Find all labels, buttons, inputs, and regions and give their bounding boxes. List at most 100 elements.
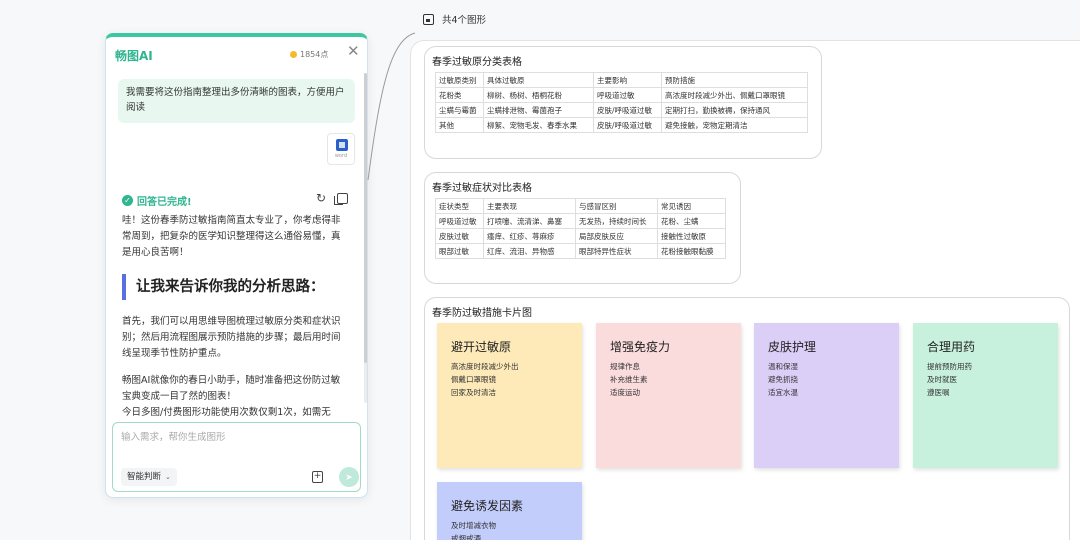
table-row: 其他 柳絮、宠物毛发、春季水果 皮肤/呼吸道过敏 避免接触，宠物定期清洁 [435, 117, 808, 133]
card-line: 适度运动 [610, 388, 640, 397]
card-line: 高浓度时段减少外出 [451, 362, 519, 371]
table-cell: 眼部过敏 [435, 243, 484, 259]
table-cell: 眼部特异性症状 [575, 243, 658, 259]
chevron-down-icon: ⌄ [165, 473, 171, 481]
chat-input[interactable] [121, 429, 351, 445]
table-cell: 过敏原类别 [435, 72, 484, 88]
check-circle-icon: ✓ [122, 195, 133, 206]
card-title: 避免诱发因素 [451, 499, 524, 513]
table-cell: 花粉、尘螨 [657, 213, 726, 229]
table-cell: 局部皮肤反应 [575, 228, 658, 244]
table-cell: 无发热，持续时间长 [575, 213, 658, 229]
card-line: 补充维生素 [610, 375, 648, 384]
word-file-icon [336, 139, 348, 151]
chat-input-box: 智能判断 ⌄ + ➤ [112, 422, 361, 492]
table-cell: 预防措施 [661, 72, 808, 88]
card-title: 皮肤护理 [768, 340, 817, 354]
copy-icon[interactable] [334, 193, 348, 205]
table-cell: 定期打扫，勤换被褥，保持通风 [661, 102, 808, 118]
allergen-table-frame[interactable]: 春季过敏原分类表格 过敏原类别 具体过敏原 主要影响 预防措施 花粉类 柳树、杨… [424, 46, 822, 159]
table-cell: 红痒、流泪、异物感 [483, 243, 576, 259]
table-cell: 皮肤/呼吸道过敏 [593, 117, 662, 133]
table-cell: 皮肤/呼吸道过敏 [593, 102, 662, 118]
frame-icon [423, 13, 434, 25]
attachment-label: word [334, 153, 348, 159]
cards-frame-title: 春季防过敏措施卡片图 [432, 308, 532, 319]
table-cell: 柳絮、宠物毛发、春季水果 [483, 117, 594, 133]
table-cell: 花粉接触眼黏膜 [657, 243, 726, 259]
symptom-table-title: 春季过敏症状对比表格 [432, 183, 532, 194]
card-title: 增强免疫力 [610, 340, 671, 354]
card-line: 及时就医 [927, 375, 957, 384]
table-cell: 呼吸道过敏 [435, 213, 484, 229]
answer-paragraph-3: 畅图AI就像你的春日小助手，随时准备把这份防过敏宝典变成一目了然的图表！ 今日多… [122, 375, 341, 418]
table-cell: 瘙痒、红疹、荨麻疹 [483, 228, 576, 244]
points-badge: 1854点 [290, 49, 328, 60]
answer-status-label: 回答已完成! [137, 197, 192, 208]
card-title: 避开过敏原 [451, 340, 512, 354]
table-row: 过敏原类别 具体过敏原 主要影响 预防措施 [435, 72, 808, 88]
send-button[interactable]: ➤ [339, 467, 359, 487]
table-cell: 常见诱因 [657, 198, 726, 214]
coin-icon [290, 51, 297, 58]
chat-panel: 畅图AI 1854点 ✕ 我需要将这份指南整理出多份清晰的图表，方便用户阅读 w… [105, 33, 368, 498]
card-medication[interactable]: 合理用药 提前预防用药 及时就医 遵医嘱 [913, 323, 1058, 468]
table-cell: 尘螨与霉菌 [435, 102, 484, 118]
table-cell: 避免接触，宠物定期清洁 [661, 117, 808, 133]
card-line: 避免抓挠 [768, 375, 798, 384]
symptom-table: 症状类型 主要表现 与感冒区别 常见诱因 呼吸道过敏 打喷嚏、流清涕、鼻塞 无发… [435, 198, 726, 259]
card-line: 戒烟戒酒 [451, 534, 481, 540]
regenerate-icon[interactable]: ↻ [316, 191, 326, 205]
close-icon[interactable]: ✕ [347, 44, 360, 59]
table-cell: 花粉类 [435, 87, 484, 103]
table-cell: 具体过敏原 [483, 72, 594, 88]
card-line: 佩戴口罩眼镜 [451, 375, 496, 384]
table-cell: 皮肤过敏 [435, 228, 484, 244]
brand-logo: 畅图AI [115, 49, 153, 63]
card-line: 及时增减衣物 [451, 521, 496, 530]
table-cell: 接触性过敏原 [657, 228, 726, 244]
table-row: 尘螨与霉菌 尘螨排泄物、霉菌孢子 皮肤/呼吸道过敏 定期打扫，勤换被褥，保持通风 [435, 102, 808, 118]
table-cell: 呼吸道过敏 [593, 87, 662, 103]
chat-header: 畅图AI 1854点 ✕ [106, 37, 367, 73]
card-line: 提前预防用药 [927, 362, 972, 371]
add-file-icon[interactable]: + [312, 471, 323, 483]
card-line: 适宜水温 [768, 388, 798, 397]
points-value: 1854点 [300, 50, 329, 59]
answer-status: ✓ 回答已完成! [122, 193, 192, 208]
symptom-table-frame[interactable]: 春季过敏症状对比表格 症状类型 主要表现 与感冒区别 常见诱因 呼吸道过敏 打喷… [424, 172, 741, 284]
allergen-table-title: 春季过敏原分类表格 [432, 57, 522, 68]
analysis-heading: 让我来告诉你我的分析思路： [122, 274, 325, 300]
table-cell: 柳树、杨树、梧桐花粉 [483, 87, 594, 103]
table-row: 呼吸道过敏 打喷嚏、流清涕、鼻塞 无发热，持续时间长 花粉、尘螨 [435, 213, 726, 229]
table-row: 花粉类 柳树、杨树、梧桐花粉 呼吸道过敏 高浓度时段减少外出、佩戴口罩眼镜 [435, 87, 808, 103]
card-avoid-allergens[interactable]: 避开过敏原 高浓度时段减少外出 佩戴口罩眼镜 回家及时清洁 [437, 323, 582, 468]
table-row: 眼部过敏 红痒、流泪、异物感 眼部特异性症状 花粉接触眼黏膜 [435, 243, 726, 259]
shape-count-bar: 共4个图形 [423, 12, 486, 26]
allergen-table: 过敏原类别 具体过敏原 主要影响 预防措施 花粉类 柳树、杨树、梧桐花粉 呼吸道… [435, 72, 808, 133]
attachment-card[interactable]: word [327, 133, 355, 165]
card-avoid-triggers[interactable]: 避免诱发因素 及时增减衣物 戒烟戒酒 [437, 482, 582, 540]
table-cell: 与感冒区别 [575, 198, 658, 214]
table-cell: 打喷嚏、流清涕、鼻塞 [483, 213, 576, 229]
table-cell: 症状类型 [435, 198, 484, 214]
table-cell: 尘螨排泄物、霉菌孢子 [483, 102, 594, 118]
shape-count-label: 共4个图形 [442, 15, 487, 26]
card-line: 遵医嘱 [927, 388, 950, 397]
card-title: 合理用药 [927, 340, 976, 354]
card-line: 温和保湿 [768, 362, 798, 371]
answer-paragraph-2: 首先，我们可以用思维导图梳理过敏原分类和症状识别；然后用流程图展示预防措施的步骤… [122, 316, 341, 359]
card-skin-care[interactable]: 皮肤护理 温和保湿 避免抓挠 适宜水温 [754, 323, 899, 468]
table-row: 症状类型 主要表现 与感冒区别 常见诱因 [435, 198, 726, 214]
card-line: 规律作息 [610, 362, 640, 371]
mode-dropdown[interactable]: 智能判断 ⌄ [121, 468, 177, 486]
mode-label: 智能判断 [127, 472, 162, 482]
table-cell: 主要影响 [593, 72, 662, 88]
card-line: 回家及时清洁 [451, 388, 496, 397]
answer-paragraph-1: 哇！这份春季防过敏指南简直太专业了，你考虑得非常周到，把复杂的医学知识整理得这么… [122, 215, 341, 258]
table-row: 皮肤过敏 瘙痒、红疹、荨麻疹 局部皮肤反应 接触性过敏原 [435, 228, 726, 244]
table-cell: 高浓度时段减少外出、佩戴口罩眼镜 [661, 87, 808, 103]
card-boost-immunity[interactable]: 增强免疫力 规律作息 补充维生素 适度运动 [596, 323, 741, 468]
table-cell: 其他 [435, 117, 484, 133]
table-cell: 主要表现 [483, 198, 576, 214]
